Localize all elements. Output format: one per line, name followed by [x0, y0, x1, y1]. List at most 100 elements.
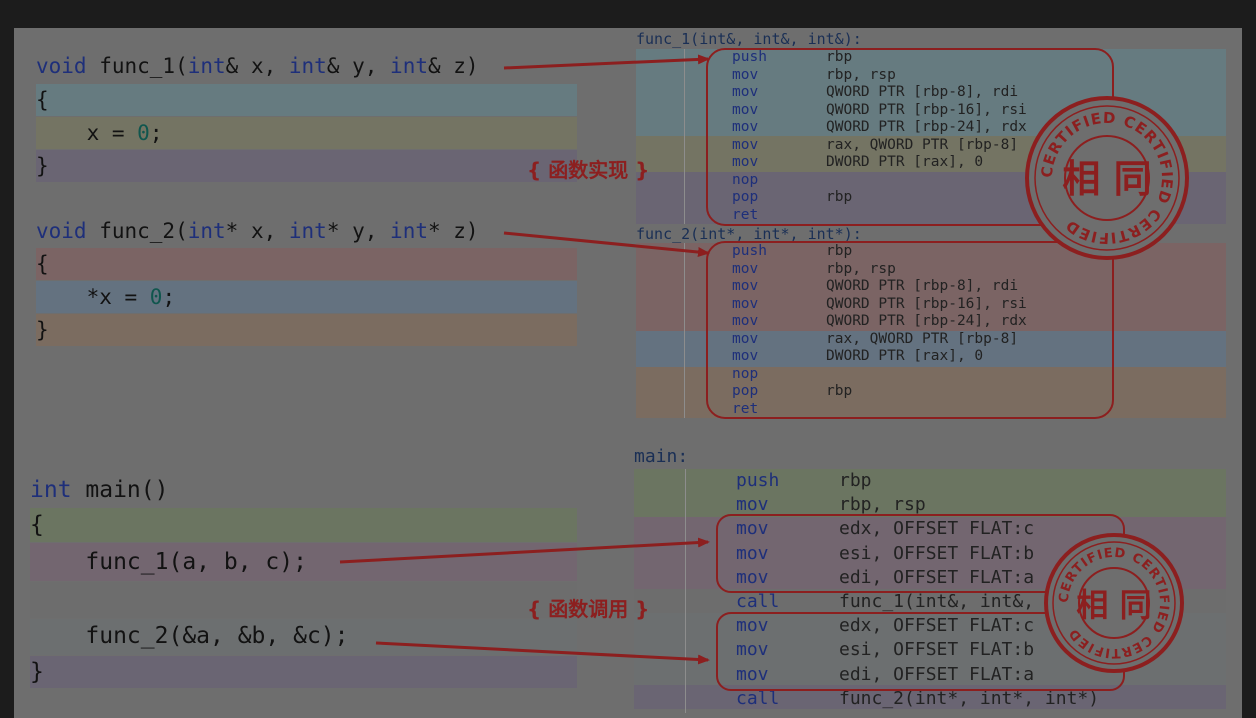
asm-mnemonic: mov	[732, 330, 759, 347]
asm-instruction-row: mov edi, OFFSET FLAT:a	[634, 663, 1226, 687]
asm-instruction-row: mov DWORD PTR [rax], 0	[636, 348, 1226, 366]
asm-mnemonic: call	[736, 591, 780, 612]
func2-body: *x = 0;	[36, 281, 176, 313]
func1-signature: void func_1(int& x, int& y, int& z)	[36, 50, 479, 82]
asm-operands: QWORD PTR [rbp-8], rdi	[826, 84, 1019, 100]
asm-func1-title: func_1(int&, int&, int&):	[636, 30, 862, 48]
asm-instruction-row: mov rbp, rsp	[636, 67, 1226, 85]
asm-operands: func_1(int&, int&, int&)	[839, 591, 1100, 612]
asm-operands: edi, OFFSET FLAT:a	[839, 663, 1035, 685]
asm-instruction-row: call func_1(int&, int&, int&)	[634, 590, 1226, 614]
asm-instruction-row: mov rbp, rsp	[634, 493, 1226, 517]
asm-mnemonic: mov	[732, 136, 759, 153]
number-literal: 0	[137, 121, 150, 145]
asm-operands: esi, OFFSET FLAT:b	[839, 639, 1035, 661]
keyword: int	[288, 54, 327, 78]
main-signature: int main()	[30, 474, 168, 506]
asm-instruction-row: nop	[636, 366, 1226, 384]
asm-mnemonic: ret	[732, 206, 759, 223]
asm-mnemonic: push	[732, 243, 767, 259]
asm-operands: rax, QWORD PTR [rbp-8]	[826, 330, 1019, 347]
asm-instruction-row: call func_2(int*, int*, int*)	[634, 687, 1226, 711]
code-band-gray	[30, 582, 577, 618]
code-text: func_1(	[86, 54, 188, 78]
asm-mnemonic: mov	[736, 494, 769, 516]
func2-signature: void func_2(int* x, int* y, int* z)	[36, 215, 479, 247]
asm-operands: rbp	[839, 470, 872, 491]
asm-instruction-row: nop	[636, 172, 1226, 190]
keyword: int	[30, 477, 72, 503]
code-text: ;	[162, 285, 176, 309]
asm-mnemonic: mov	[736, 615, 769, 637]
asm-instruction-row: mov QWORD PTR [rbp-24], rdx	[636, 313, 1226, 331]
keyword: int	[187, 54, 226, 78]
asm-mnemonic: pop	[732, 189, 759, 205]
asm-operands: rbp	[826, 383, 853, 399]
asm-operands: rbp	[826, 243, 853, 259]
main-close-brace: }	[30, 659, 44, 685]
keyword: int	[288, 219, 327, 243]
asm-instruction-row: push rbp	[636, 49, 1226, 67]
code-band-red	[36, 248, 577, 280]
asm-operands: QWORD PTR [rbp-24], rdx	[826, 119, 1027, 135]
asm-instruction-row: pop rbp	[636, 189, 1226, 207]
diagram-canvas: void func_1(int& x, int& y, int& z) { x …	[14, 28, 1242, 718]
asm-operands: func_2(int*, int*, int*)	[839, 687, 1100, 709]
asm-mnemonic: mov	[736, 518, 769, 540]
asm-mnemonic: mov	[732, 260, 759, 277]
asm-mnemonic: ret	[732, 400, 759, 417]
asm-operands: DWORD PTR [rax], 0	[826, 154, 984, 170]
code-band-blue	[36, 84, 577, 116]
code-text: & z)	[427, 54, 479, 78]
main-call-func2: func_2(&a, &b, &c);	[30, 623, 349, 649]
asm-func2-block: push rbp mov rbp, rsp mov QWORD PTR [rbp-8], …	[636, 243, 1226, 418]
asm-operands: edx, OFFSET FLAT:c	[839, 518, 1035, 540]
asm-instruction-row: mov edi, OFFSET FLAT:a	[634, 566, 1226, 590]
asm-main-title: main:	[634, 446, 689, 467]
func1-body: x = 0;	[36, 117, 163, 149]
asm-mnemonic: mov	[736, 663, 769, 685]
asm-mnemonic: mov	[732, 66, 759, 83]
asm-operands: edx, OFFSET FLAT:c	[839, 615, 1035, 637]
asm-mnemonic: push	[732, 49, 767, 65]
asm-func1-block: push rbp mov rbp, rsp mov QWORD PTR [rbp-8], …	[636, 49, 1226, 224]
asm-operands: esi, OFFSET FLAT:b	[839, 542, 1035, 564]
asm-instruction-row: mov edx, OFFSET FLAT:c	[634, 614, 1226, 638]
asm-operands: QWORD PTR [rbp-16], rsi	[826, 295, 1027, 312]
asm-instruction-row: mov rax, QWORD PTR [rbp-8]	[636, 137, 1226, 155]
asm-mnemonic: call	[736, 687, 780, 709]
code-text: main()	[71, 477, 169, 503]
asm-mnemonic: mov	[732, 278, 759, 294]
asm-instruction-row: mov QWORD PTR [rbp-16], rsi	[636, 102, 1226, 120]
asm-instruction-row: ret	[636, 401, 1226, 419]
main-open-brace: {	[30, 512, 44, 538]
asm-operands: rbp, rsp	[826, 260, 896, 277]
code-band-orange	[36, 314, 577, 346]
asm-operands: QWORD PTR [rbp-24], rdx	[826, 313, 1027, 329]
asm-instruction-row: mov DWORD PTR [rax], 0	[636, 154, 1226, 172]
asm-operands: rax, QWORD PTR [rbp-8]	[826, 136, 1019, 153]
code-text: func_2(	[86, 219, 188, 243]
code-band-purple	[36, 150, 577, 182]
asm-instruction-row: mov esi, OFFSET FLAT:b	[634, 638, 1226, 662]
code-band-purple-2	[30, 656, 577, 688]
code-text: * z)	[427, 219, 479, 243]
asm-instruction-row: mov rbp, rsp	[636, 261, 1226, 279]
code-text: * x,	[225, 219, 289, 243]
asm-instruction-row: mov QWORD PTR [rbp-24], rdx	[636, 119, 1226, 137]
code-text: ;	[149, 121, 163, 145]
asm-operands: QWORD PTR [rbp-8], rdi	[826, 278, 1019, 294]
keyword: int	[390, 54, 428, 78]
asm-mnemonic: nop	[732, 365, 759, 382]
keyword: void	[36, 219, 87, 243]
asm-mnemonic: mov	[736, 639, 769, 661]
keyword: int	[187, 219, 226, 243]
asm-instruction-row: mov rax, QWORD PTR [rbp-8]	[636, 331, 1226, 349]
asm-mnemonic: pop	[732, 383, 759, 399]
asm-operands: DWORD PTR [rax], 0	[826, 348, 984, 364]
asm-operands: edi, OFFSET FLAT:a	[839, 566, 1035, 588]
func2-close-brace: }	[36, 318, 49, 342]
asm-operands: rbp, rsp	[826, 66, 896, 83]
func1-open-brace: {	[36, 88, 49, 112]
asm-instruction-row: pop rbp	[636, 383, 1226, 401]
